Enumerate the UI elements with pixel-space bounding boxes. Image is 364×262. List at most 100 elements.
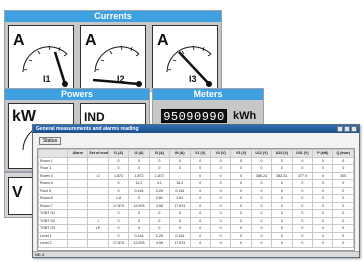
maximize-icon[interactable] <box>344 126 350 132</box>
table-cell: 0 <box>250 156 273 165</box>
table-cell: LP <box>87 224 109 233</box>
table-row[interactable]: Level 2 17.874 12.878 4.98 17.874 0 0 0 0 0 0 0 0 <box>38 239 354 248</box>
table-cell <box>66 209 89 218</box>
table-cell: 0 <box>250 209 273 218</box>
column-header[interactable]: I1 (A) <box>107 149 130 158</box>
column-header[interactable]: I2 (A) <box>128 149 150 158</box>
table-cell: 0 <box>189 179 211 188</box>
table-cell: 0 <box>271 216 293 225</box>
table-cell: 377.9 <box>291 171 314 180</box>
table-cell: 0 <box>128 194 150 203</box>
table-cell: LI <box>87 171 109 180</box>
table-cell: 0 <box>107 164 130 173</box>
column-header[interactable]: U31 (V) <box>291 149 314 158</box>
table-row[interactable]: Floor 5 0 0.144 0.25 0.144 0 0 0 0 0 0 0 0 <box>38 186 354 195</box>
table-cell: Floor 1 <box>38 164 68 173</box>
table-cell: 11.2 <box>128 179 150 188</box>
table-cell: 17.874 <box>107 239 130 248</box>
table-cell: 0 <box>291 194 314 203</box>
column-header[interactable]: V2 (V) <box>209 149 232 158</box>
table-cell <box>87 239 109 248</box>
table-cell: 386.24 <box>250 171 273 180</box>
table-row[interactable]: Floor 1000000000000 <box>38 164 354 173</box>
table-cell: 0 <box>250 224 273 233</box>
gauge-label: I2 <box>117 74 125 84</box>
table-cell <box>66 239 89 248</box>
table-cell: 0.144 <box>169 231 191 240</box>
table-row[interactable]: Room 4 0 11.2 4.1 16.2 0 0 0 0 0 0 0 0 <box>38 179 354 188</box>
column-header[interactable]: Set of modes <box>87 149 109 158</box>
table-row[interactable]: Level 1 0 0.144 0.25 0.144 0 0 0 0 0 0 0 0 <box>38 231 354 240</box>
table-cell: 0 <box>189 224 211 233</box>
measurements-grid[interactable]: AlarmSet of modesI1 (A)I2 (A)I3 (A)IN (A… <box>37 148 355 251</box>
table-cell: 17.874 <box>169 239 191 248</box>
meters-title: Meters <box>153 89 263 100</box>
column-header[interactable]: I3 (A) <box>148 149 171 158</box>
table-cell: 0 <box>209 209 232 218</box>
status-button[interactable]: Status <box>39 137 61 145</box>
gauge-unit: A <box>13 32 25 49</box>
close-icon[interactable] <box>351 126 357 132</box>
column-header[interactable]: V3 (V) <box>230 149 252 158</box>
gauge-label: I1 <box>43 74 51 84</box>
table-cell <box>87 156 109 165</box>
table-cell: 0 <box>209 186 232 195</box>
energy-unit: kWh <box>233 110 257 122</box>
table-cell: 1.872 <box>107 171 130 180</box>
measurements-window[interactable]: General measurements and alarms reading … <box>32 124 360 258</box>
table-cell: 0 <box>107 216 130 225</box>
table-cell: 0 <box>332 209 354 218</box>
table-cell: 0 <box>209 194 232 203</box>
table-row[interactable]: Room 1000000000000 <box>38 156 354 165</box>
table-cell: 0.25 <box>148 231 171 240</box>
table-cell: 0 <box>189 209 211 218</box>
table-row[interactable]: TGBT G1 0 0 0 0 0 0 0 0 0 0 0 0 <box>38 209 354 218</box>
currents-panel: Currents A I1 A I2 A I3 <box>4 10 222 92</box>
column-header[interactable]: Q (kvar) <box>332 149 354 158</box>
table-row[interactable]: TGBT G3 LP 0 0 0 0 0 0 0 0 0 0 0 0 <box>38 224 354 233</box>
table-cell: 0 <box>271 231 293 240</box>
voltage-panel: V <box>4 172 34 218</box>
table-cell: 0 <box>230 186 252 195</box>
table-cell: 0 <box>271 164 293 173</box>
table-cell: 0 <box>291 164 314 173</box>
table-cell: 0 <box>271 186 293 195</box>
column-header[interactable]: V1 (V) <box>189 149 211 158</box>
table-cell <box>87 179 109 188</box>
table-row[interactable]: Room 6 1.8 0 2.81 2.81 0 0 0 0 0 0 0 0 <box>38 194 354 203</box>
table-cell: 0 <box>332 186 354 195</box>
table-cell: 0 <box>312 231 334 240</box>
table-row[interactable]: TGBT G2 I 0 0 0 0 0 0 0 0 0 0 0 0 <box>38 216 354 225</box>
table-cell: 0 <box>148 156 171 165</box>
window-title[interactable]: General measurements and alarms reading <box>33 125 359 133</box>
column-header[interactable]: Alarm <box>66 149 89 158</box>
table-cell: 0 <box>332 201 354 210</box>
table-cell: 0 <box>148 224 171 233</box>
table-cell <box>169 171 191 180</box>
column-header[interactable] <box>38 149 68 158</box>
table-cell: 0 <box>169 209 191 218</box>
table-cell: 0 <box>312 209 334 218</box>
table-row[interactable]: Room 3 LI 1.872 1.872 1.872 0 0 0 386.24 382.31 37… <box>38 171 354 180</box>
table-cell: 2.81 <box>148 194 171 203</box>
column-header[interactable]: IN (A) <box>169 149 191 158</box>
currents-title: Currents <box>5 11 221 22</box>
table-cell <box>87 194 109 203</box>
table-cell: 0 <box>230 224 252 233</box>
table-cell: 17.874 <box>107 201 130 210</box>
table-cell: 16.2 <box>169 179 191 188</box>
column-header[interactable]: P (kW) <box>312 149 334 158</box>
table-cell: 0 <box>250 231 273 240</box>
table-cell: 0 <box>148 164 171 173</box>
column-header[interactable]: U23 (V) <box>271 149 293 158</box>
table-row[interactable]: Room 7 17.874 12.878 4.98 17.874 0 0 0 0 0 0 0 0 <box>38 201 354 210</box>
table-cell: 0 <box>169 164 191 173</box>
table-cell: 0 <box>291 186 314 195</box>
column-header[interactable]: U12 (V) <box>250 149 273 158</box>
table-cell: 0 <box>271 239 293 248</box>
table-cell: 0 <box>209 171 232 180</box>
table-cell: 0 <box>312 156 334 165</box>
minimize-icon[interactable] <box>337 126 343 132</box>
table-cell: 0 <box>332 179 354 188</box>
table-cell: 0 <box>291 209 314 218</box>
